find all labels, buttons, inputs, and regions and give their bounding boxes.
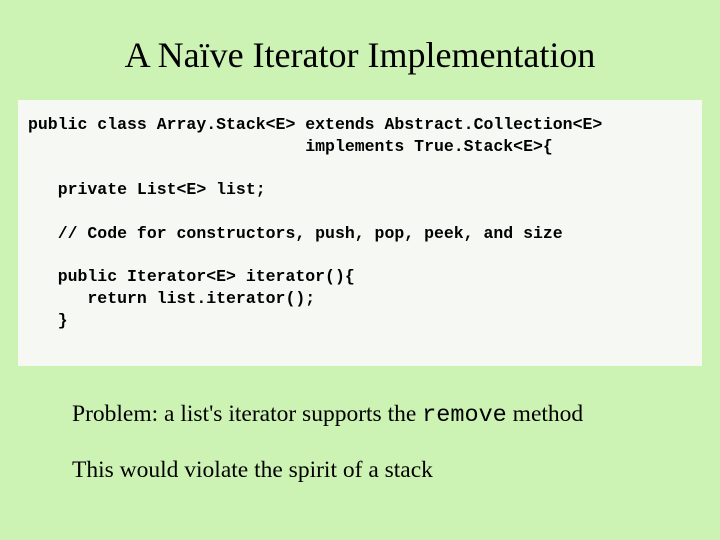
slide-title: A Naïve Iterator Implementation [0,0,720,100]
code-line: public class Array.Stack<E> extends Abst… [28,115,602,134]
inline-code: remove [422,402,507,429]
text-run: Problem: a list's iterator supports the [72,401,422,427]
code-line: private List<E> list; [28,180,266,199]
code-line: } [28,311,68,330]
body-text: Problem: a list's iterator supports the … [0,400,720,486]
code-line: implements True.Stack<E>{ [28,137,553,156]
paragraph-consequence: This would violate the spirit of a stack [72,456,680,485]
paragraph-problem: Problem: a list's iterator supports the … [72,400,680,430]
code-line: // Code for constructors, push, pop, pee… [28,224,563,243]
code-line: return list.iterator(); [28,289,315,308]
code-line: public Iterator<E> iterator(){ [28,267,355,286]
code-block: public class Array.Stack<E> extends Abst… [18,100,702,366]
text-run: method [507,401,583,427]
